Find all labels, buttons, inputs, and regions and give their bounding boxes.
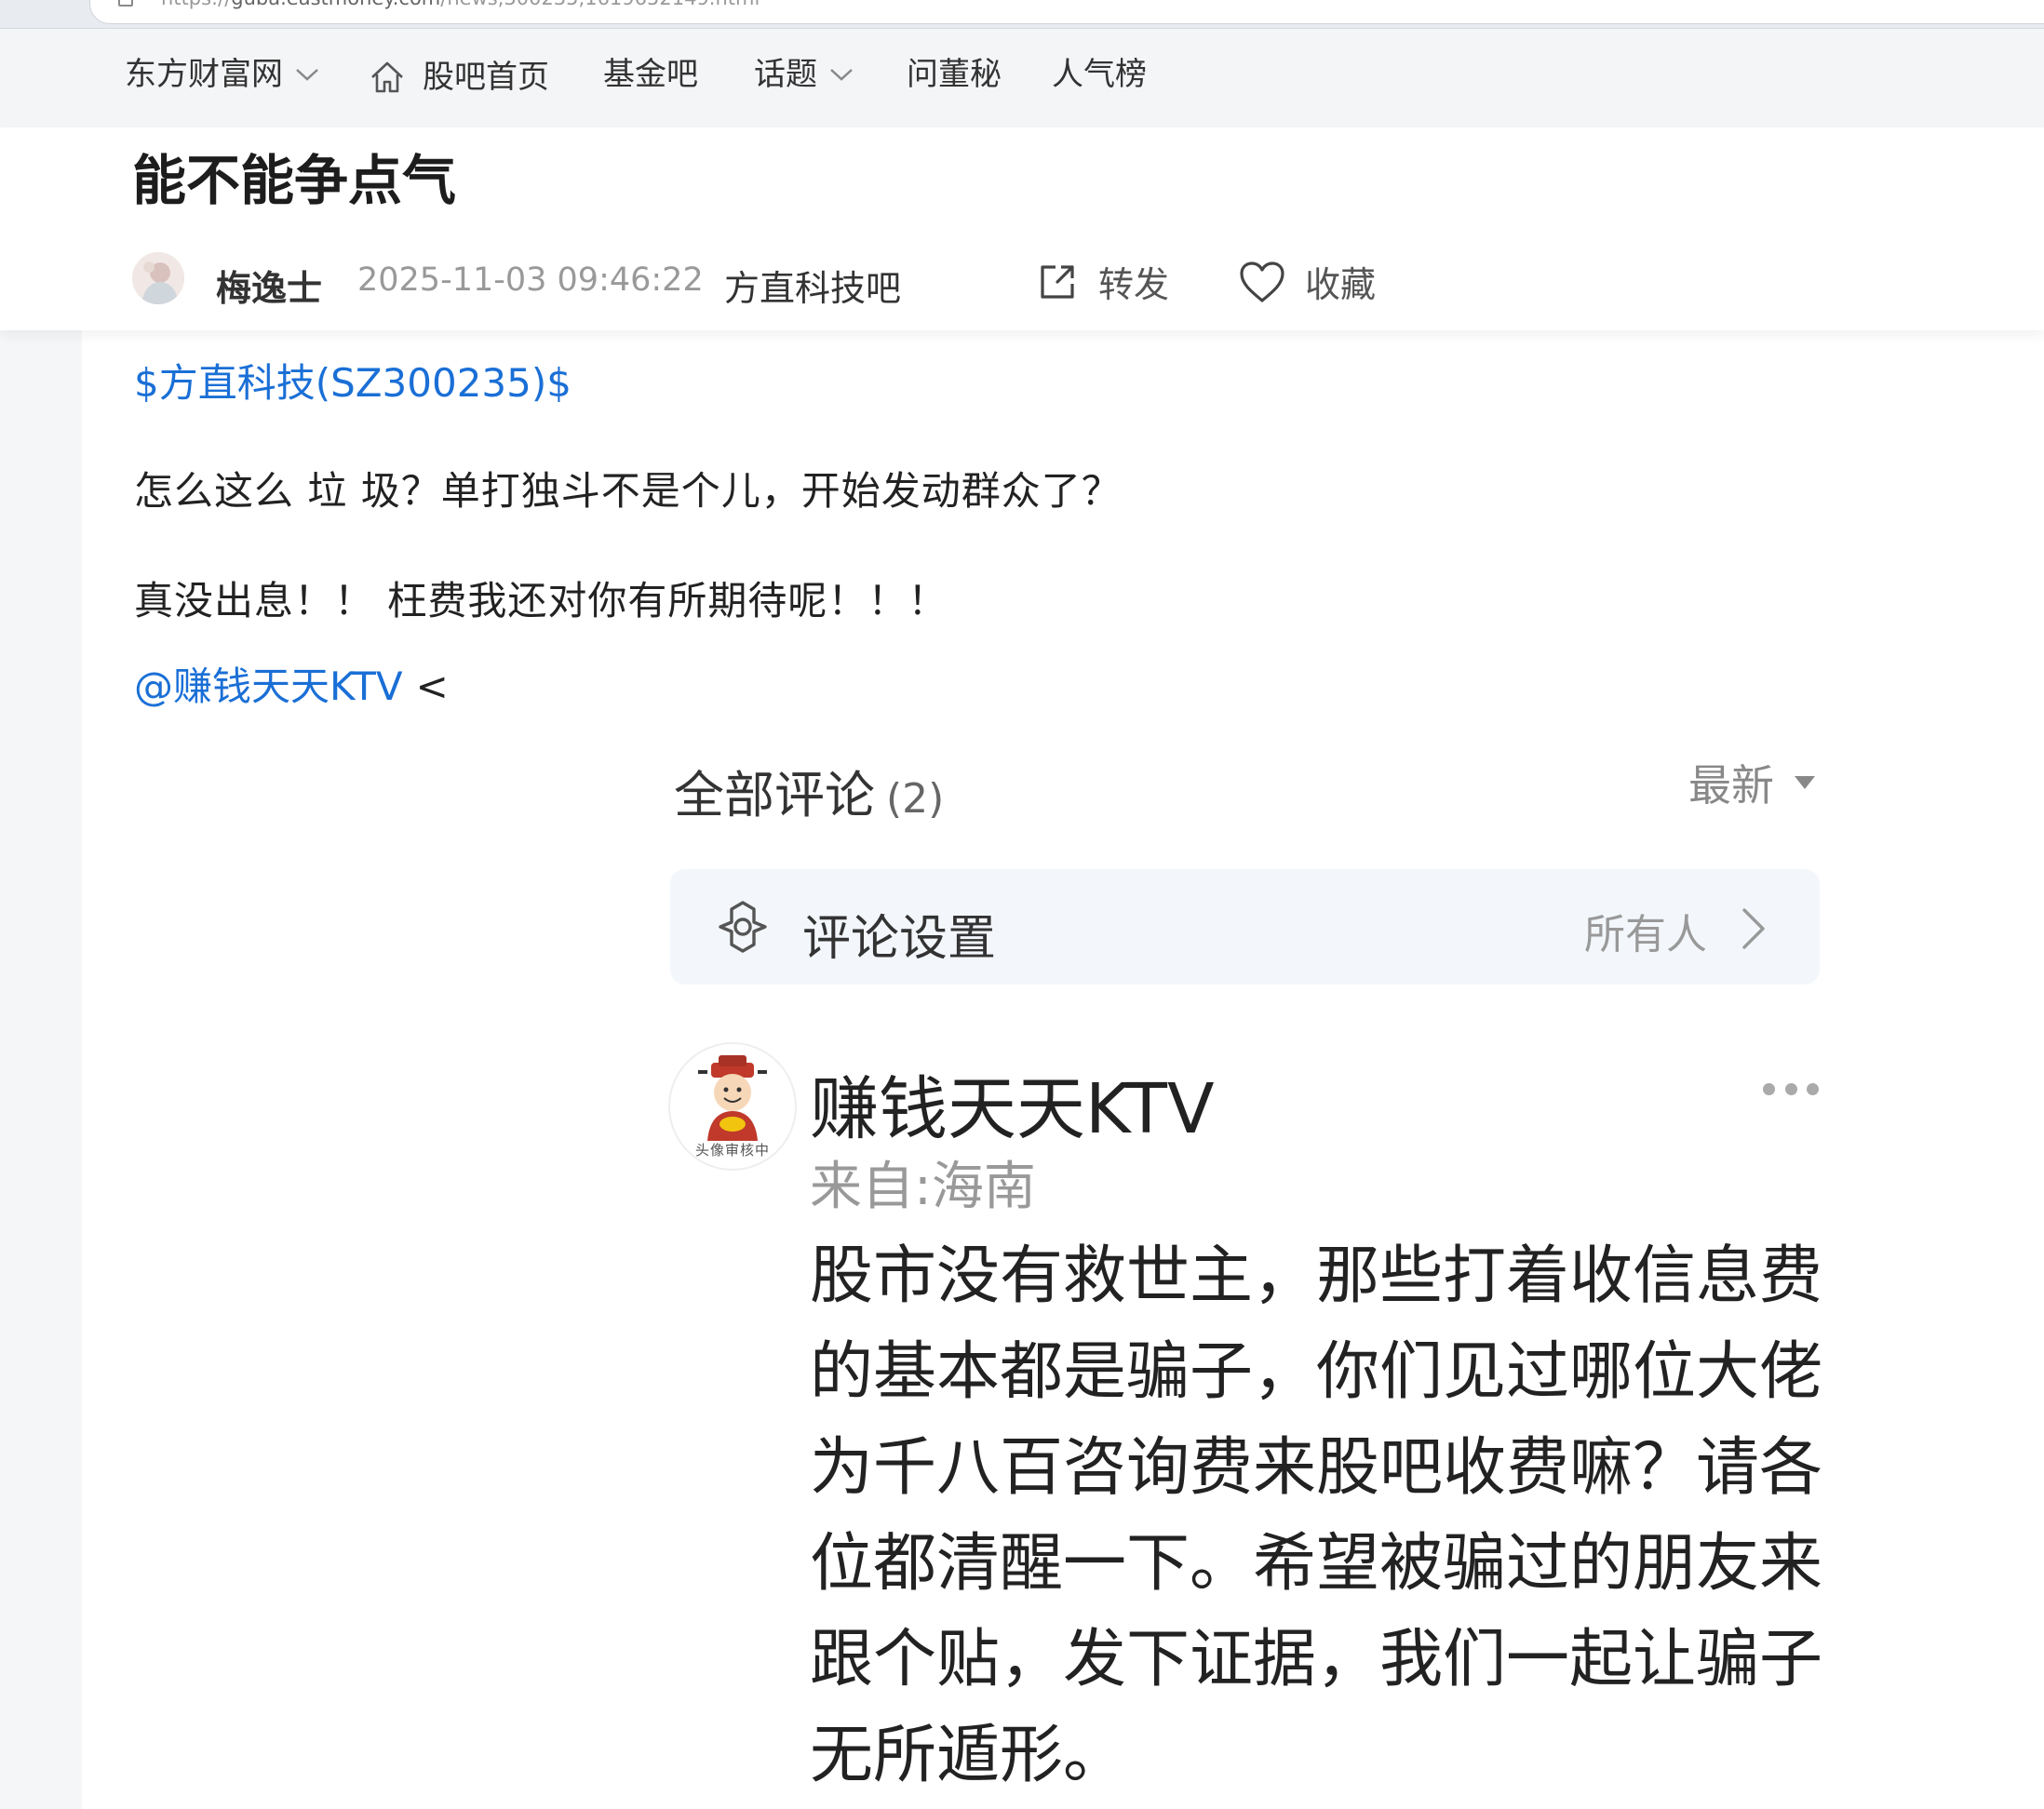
post-paragraph: 真没出息！！ 枉费我还对你有所期待呢！！！ xyxy=(134,578,948,623)
author-avatar[interactable] xyxy=(132,252,184,304)
post-bar-link[interactable]: 方直科技吧 xyxy=(724,260,901,311)
post-title: 能不能争点气 xyxy=(132,149,457,212)
comment-body: 股市没有救世主，那些打着收信息费的基本都是骗子，你们见过哪位大佬为千八百咨询费来… xyxy=(810,1240,1823,1792)
more-options-icon[interactable] xyxy=(1763,1083,1819,1098)
nav-site-menu[interactable]: 东方财富网 xyxy=(125,59,320,90)
url-text[interactable]: https://guba.eastmoney.com/news,300235,1… xyxy=(161,0,760,9)
author-name[interactable]: 梅逸士 xyxy=(216,260,322,311)
nav-fund-label: 基金吧 xyxy=(603,56,698,93)
nav-fund[interactable]: 基金吧 xyxy=(603,59,698,90)
comment-settings-label: 评论设置 xyxy=(802,911,997,967)
comments-count: (2) xyxy=(886,775,945,823)
nav-topics-label: 话题 xyxy=(754,56,817,93)
browser-toolbar: https://guba.eastmoney.com/news,300235,1… xyxy=(0,0,2044,29)
comment-settings-card[interactable]: 评论设置 所有人 xyxy=(670,869,1820,985)
comment-settings-value: 所有人 xyxy=(1584,911,1707,958)
sort-label: 最新 xyxy=(1688,760,1774,811)
gear-icon xyxy=(719,901,767,953)
share-icon xyxy=(1041,264,1074,299)
post-meta: 梅逸士 2025-11-03 09:46:22 方直科技吧 转发 收藏 xyxy=(0,250,2044,310)
nav-popularity-label: 人气榜 xyxy=(1052,56,1147,93)
article-header: 能不能争点气 梅逸士 2025-11-03 09:46:22 方直科技吧 转发 xyxy=(0,127,2044,330)
comments-title-label: 全部评论 xyxy=(674,766,875,824)
post-time: 2025-11-03 09:46:22 xyxy=(357,261,704,299)
commenter-location: 来自:海南 xyxy=(810,1157,1036,1217)
mention-suffix: < xyxy=(415,663,449,709)
nav-home-label: 股吧首页 xyxy=(423,59,549,96)
nav-secretary[interactable]: 问董秘 xyxy=(907,59,1002,90)
sort-dropdown[interactable]: 最新 xyxy=(1688,752,1815,813)
commenter-name[interactable]: 赚钱天天KTV xyxy=(810,1053,1215,1153)
nav-home[interactable]: 股吧首页 xyxy=(369,59,549,96)
mention-link[interactable]: @赚钱天天KTV xyxy=(134,663,403,709)
favorite-button[interactable]: 收藏 xyxy=(1238,256,1376,307)
url-path: /news,300235,1619652149.html xyxy=(440,0,760,9)
avatar-pending-badge: 头像审核中 xyxy=(694,1142,770,1159)
url-prefix: https:// xyxy=(161,0,231,9)
lock-icon xyxy=(118,0,133,7)
avatar-image xyxy=(132,252,184,304)
share-button[interactable]: 转发 xyxy=(1035,256,1169,307)
chevron-right-icon xyxy=(1742,908,1765,949)
site-nav: 东方财富网 股吧首页 基金吧 话题 问董秘 人气榜 xyxy=(0,29,2044,127)
chevron-down-icon xyxy=(830,69,853,81)
nav-site-label: 东方财富网 xyxy=(125,56,283,93)
nav-secretary-label: 问董秘 xyxy=(907,56,1002,93)
comments-title: 全部评论 (2) xyxy=(674,754,944,827)
chevron-down-icon xyxy=(296,69,318,81)
url-host: guba.eastmoney.com xyxy=(231,0,440,9)
stock-tag-link[interactable]: $方直科技(SZ300235)$ xyxy=(134,352,572,409)
commenter-avatar[interactable]: 头像审核中 xyxy=(668,1042,797,1171)
post-paragraph: 怎么这么 垃 圾？单打独斗不是个儿，开始发动群众了？ xyxy=(134,468,1122,514)
address-bar[interactable]: https://guba.eastmoney.com/news,300235,1… xyxy=(89,0,2044,24)
heart-icon xyxy=(1240,261,1284,302)
home-icon xyxy=(371,61,403,93)
share-label: 转发 xyxy=(1098,264,1170,305)
nav-popularity[interactable]: 人气榜 xyxy=(1052,59,1147,90)
caret-down-icon xyxy=(1795,776,1815,789)
favorite-label: 收藏 xyxy=(1305,264,1377,305)
nav-topics[interactable]: 话题 xyxy=(754,59,854,90)
post-mention: @赚钱天天KTV < xyxy=(134,655,449,712)
tab-grid-icon[interactable] xyxy=(32,0,56,7)
